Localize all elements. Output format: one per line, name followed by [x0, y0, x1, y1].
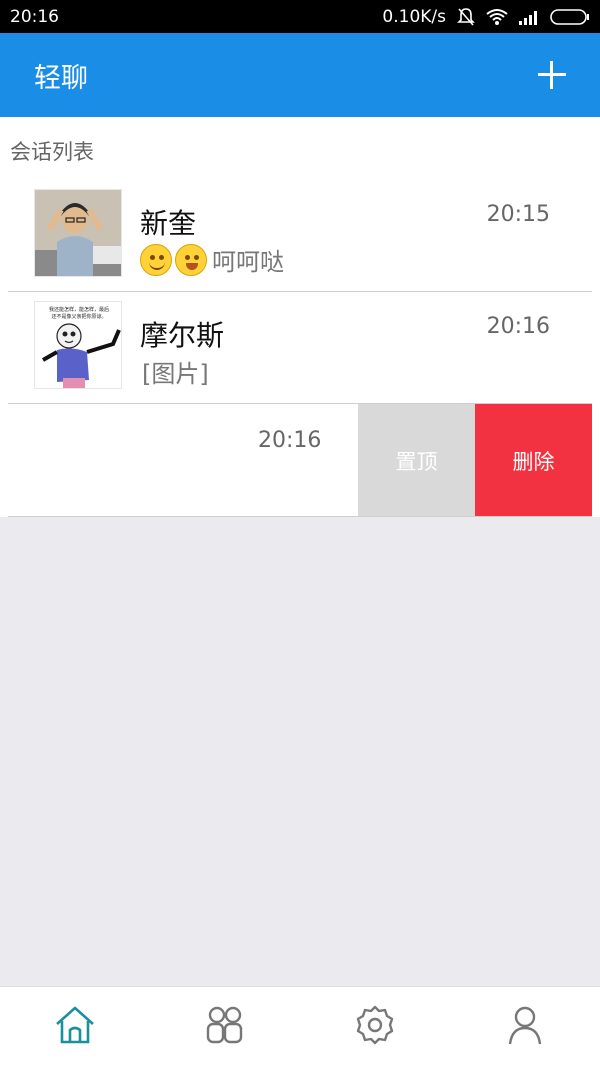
preview-text: 呵呵哒 [212, 248, 284, 276]
profile-icon [504, 1004, 546, 1050]
message-time: 20:16 [258, 428, 322, 453]
conversation-item[interactable]: 新奎 20:15 呵呵哒 [8, 180, 592, 292]
mute-bell-icon [456, 7, 476, 27]
contact-name: 摩尔斯 [140, 319, 225, 352]
network-speed: 0.10K/s [382, 6, 446, 27]
avatar-meme-caption: 我还能怎样，能怎样，最后 [49, 306, 109, 313]
avatar [34, 189, 122, 277]
preview-text: [图片] [142, 360, 209, 388]
nav-contacts[interactable] [195, 997, 255, 1057]
conversation-item[interactable]: 我还能怎样，能怎样，最后 还不是像父亲把你原谅。 摩尔斯 20:16 [图片] [8, 292, 592, 404]
pin-to-top-button[interactable]: 置顶 [358, 404, 475, 516]
grin-emoji-icon [175, 243, 207, 276]
status-time: 20:16 [10, 6, 59, 27]
contacts-icon [204, 1004, 246, 1050]
status-bar: 20:16 0.10K/s [0, 0, 600, 33]
app-title: 轻聊 [34, 62, 88, 94]
message-time: 20:15 [486, 202, 550, 227]
smile-emoji-icon [140, 243, 172, 276]
section-label: 会话列表 [10, 140, 94, 164]
avatar-meme-caption: 还不是像父亲把你原谅。 [51, 313, 106, 320]
app-bar: 轻聊 [0, 33, 600, 117]
contact-name: 新奎 [140, 207, 197, 240]
nav-profile[interactable] [495, 997, 555, 1057]
delete-button[interactable]: 删除 [475, 404, 592, 516]
wifi-icon [486, 8, 508, 26]
conversation-item-swiped[interactable]: 20:16 置顶 删除 [8, 404, 592, 517]
add-button[interactable] [534, 57, 570, 93]
status-icons: 0.10K/s [382, 7, 590, 27]
avatar: 我还能怎样，能怎样，最后 还不是像父亲把你原谅。 [34, 301, 122, 389]
bottom-nav [0, 986, 600, 1067]
message-preview: [图片] [140, 354, 209, 389]
home-icon [54, 1004, 96, 1050]
nav-settings[interactable] [345, 997, 405, 1057]
battery-icon [550, 8, 590, 26]
message-preview: 呵呵哒 [140, 242, 284, 277]
message-time: 20:16 [486, 314, 550, 339]
settings-icon [354, 1004, 396, 1050]
signal-icon [518, 9, 540, 25]
nav-home[interactable] [45, 997, 105, 1057]
